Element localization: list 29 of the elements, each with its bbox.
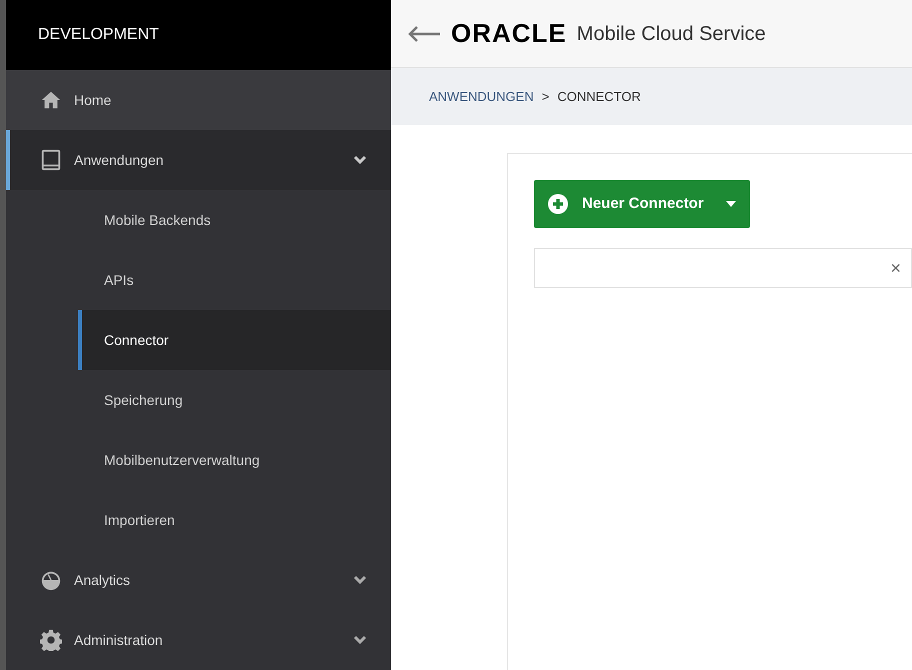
back-arrow-icon[interactable]: [407, 24, 441, 42]
caret-icon: [726, 201, 736, 207]
chevron-down-icon: [353, 635, 367, 645]
home-icon: [40, 89, 62, 111]
nav-item[interactable]: Administration: [6, 610, 391, 670]
filter-field[interactable]: ×: [534, 248, 912, 288]
gear-icon: [40, 629, 62, 651]
nav-subitem[interactable]: APIs: [78, 250, 391, 310]
gauge-icon: [40, 569, 62, 591]
nav-item[interactable]: Home: [6, 70, 391, 130]
chevron-down-icon: [353, 575, 367, 585]
nav-item[interactable]: Anwendungen: [6, 130, 391, 190]
app-title: Mobile Cloud Service: [576, 22, 766, 46]
sidebar-header: DEVELOPMENT: [6, 0, 391, 70]
nav-item[interactable]: Analytics: [6, 550, 391, 610]
nav-subitem[interactable]: Mobile Backends: [78, 190, 391, 250]
breadcrumb-item: >: [542, 88, 550, 106]
oracle-logo: ORACLE: [451, 17, 567, 50]
clear-button[interactable]: ×: [880, 254, 911, 282]
plus-circle-icon: [548, 194, 568, 214]
nav-subitem[interactable]: Connector: [78, 310, 391, 370]
tablet-icon: [40, 149, 62, 171]
nav-subitem[interactable]: Mobilbenutzerverwaltung: [78, 430, 391, 490]
new-connector-button[interactable]: Neuer Connector: [534, 180, 750, 228]
breadcrumb-link[interactable]: ANWENDUNGEN: [429, 86, 534, 106]
chevron-down-icon: [353, 155, 367, 165]
nav-subitem[interactable]: Importieren: [78, 490, 391, 550]
breadcrumb-item: CONNECTOR: [557, 88, 641, 106]
nav-subitem[interactable]: Speicherung: [78, 370, 391, 430]
